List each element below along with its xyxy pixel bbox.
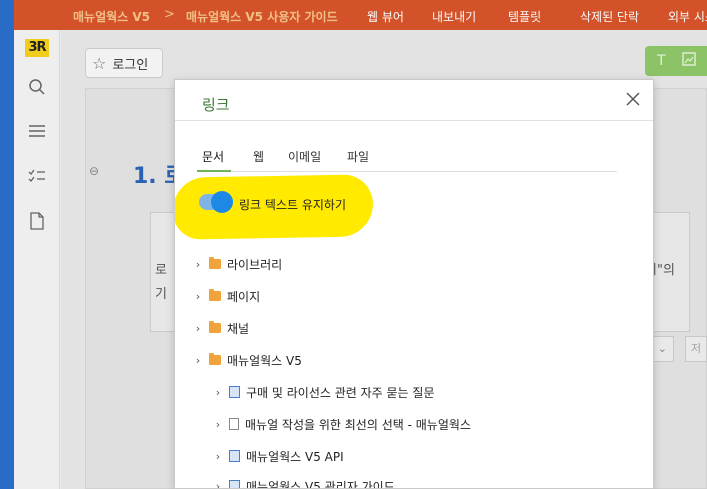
tree-item-label: 페이지 xyxy=(227,289,261,304)
toggle-knob xyxy=(211,191,233,213)
chevron-right-icon[interactable]: › xyxy=(193,322,203,335)
tree-item[interactable]: › 채널 xyxy=(193,318,249,338)
close-icon[interactable] xyxy=(625,91,641,107)
tree-item[interactable]: › 매뉴얼 작성을 위한 최선의 선택 - 매뉴얼웍스 xyxy=(213,414,471,434)
tab-file[interactable]: 파일 xyxy=(347,148,369,165)
chevron-right-icon[interactable]: › xyxy=(193,354,203,367)
keep-link-text-label: 링크 텍스트 유지하기 xyxy=(239,198,346,212)
tree-item[interactable]: › 구매 및 라이선스 관련 자주 묻는 질문 xyxy=(213,382,435,402)
tree-item[interactable]: › 매뉴얼웍스 V5 관리자 가이드 xyxy=(213,476,395,489)
tree-item-label: 채널 xyxy=(227,321,250,336)
dialog-title: 링크 xyxy=(202,96,230,114)
tree-item-label: 매뉴얼웍스 V5 관리자 가이드 xyxy=(246,479,395,489)
chevron-right-icon[interactable]: › xyxy=(193,258,203,271)
title-divider xyxy=(175,120,653,121)
link-dialog: 링크 문서 웹 이메일 파일 링크 텍스트 유지하기 › 라이브러리 › 페이지… xyxy=(174,79,654,489)
tree-item-label: 매뉴얼웍스 V5 xyxy=(227,353,302,368)
tab-email[interactable]: 이메일 xyxy=(288,148,321,165)
tree-item[interactable]: › 라이브러리 xyxy=(193,254,282,274)
folder-icon xyxy=(209,353,221,365)
tab-web[interactable]: 웹 xyxy=(253,148,264,165)
folder-icon xyxy=(209,257,221,269)
tab-document[interactable]: 문서 xyxy=(202,148,224,165)
chevron-right-icon[interactable]: › xyxy=(213,386,223,399)
tree-item[interactable]: › 매뉴얼웍스 V5 xyxy=(193,350,302,370)
tree-item-label: 매뉴얼 작성을 위한 최선의 선택 - 매뉴얼웍스 xyxy=(245,417,471,432)
tree-item-label: 라이브러리 xyxy=(227,257,283,272)
book-icon xyxy=(229,450,240,462)
book-icon xyxy=(229,386,240,398)
tree-item[interactable]: › 매뉴얼웍스 V5 API xyxy=(213,446,344,466)
keep-link-text-toggle[interactable] xyxy=(199,191,233,213)
folder-icon xyxy=(209,289,221,301)
tree-item[interactable]: › 페이지 xyxy=(193,286,260,306)
chevron-right-icon[interactable]: › xyxy=(213,450,223,463)
tabs-divider xyxy=(197,171,617,172)
active-tab-indicator xyxy=(197,170,231,172)
folder-icon xyxy=(209,321,221,333)
chevron-right-icon[interactable]: › xyxy=(193,290,203,303)
page-icon xyxy=(229,418,239,430)
chevron-right-icon[interactable]: › xyxy=(213,480,223,489)
tree-item-label: 구매 및 라이선스 관련 자주 묻는 질문 xyxy=(246,385,435,400)
book-icon xyxy=(229,480,240,488)
chevron-right-icon[interactable]: › xyxy=(213,418,223,431)
tree-item-label: 매뉴얼웍스 V5 API xyxy=(246,449,344,464)
